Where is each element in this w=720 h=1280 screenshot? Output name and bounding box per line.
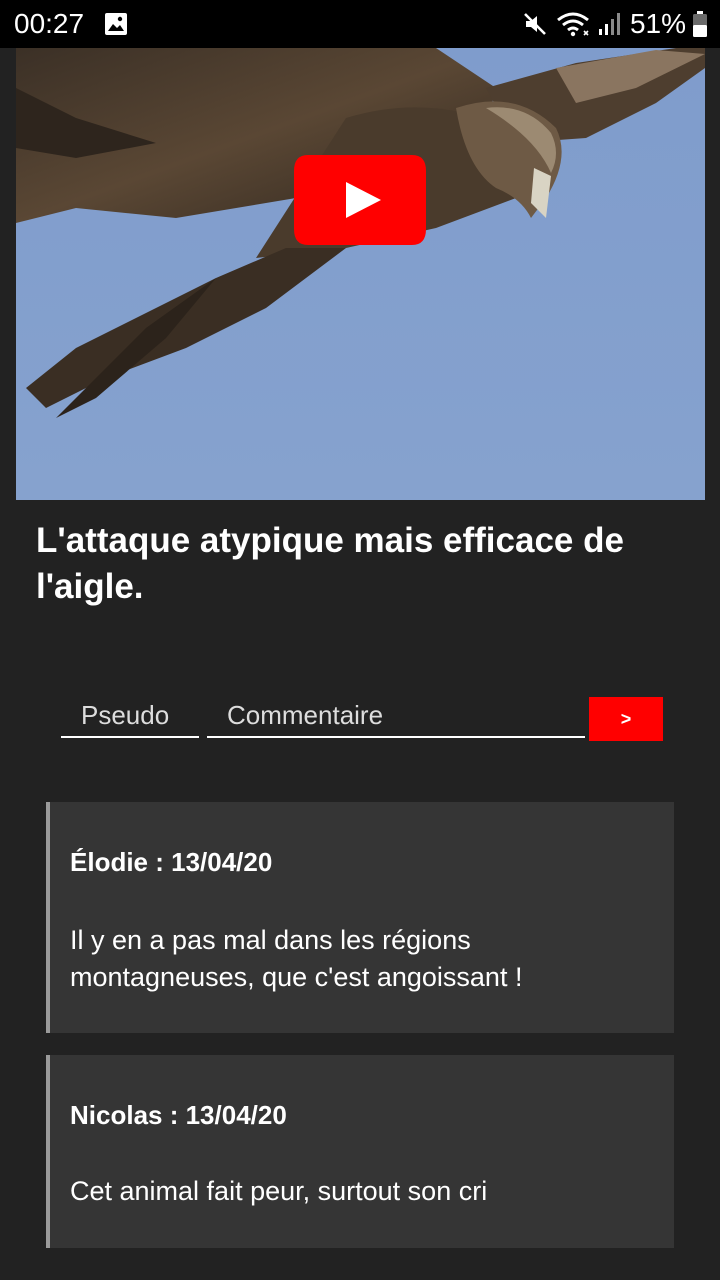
gallery-icon [104,12,128,36]
submit-comment-button[interactable]: > [589,697,663,741]
status-bar: 00:27 51% [0,0,720,48]
comment-input[interactable] [207,694,585,738]
battery-percentage: 51% [629,8,686,39]
comment-author: Élodie : 13/04/20 [70,847,273,877]
comment-text: Il y en a pas mal dans les régions monta… [70,925,523,992]
mute-icon [522,11,548,37]
eagle-thumbnail [16,48,705,500]
pseudo-input[interactable] [61,694,199,738]
comment-card: Élodie : 13/04/20 Il y en a pas mal dans… [46,802,674,1033]
article-title: L'attaque atypique mais efficace de l'ai… [36,521,624,606]
battery-icon [692,10,708,38]
youtube-play-icon [294,155,426,245]
status-time: 00:27 [14,8,85,39]
comment-card: Nicolas : 13/04/20 Cet animal fait peur,… [46,1055,674,1248]
comment-form: > [0,690,720,750]
video-player[interactable] [16,48,705,500]
play-button[interactable] [292,153,428,247]
signal-icon [598,11,622,37]
comment-author: Nicolas : 13/04/20 [70,1100,287,1130]
status-icons: 51% [522,8,708,40]
comment-text: Cet animal fait peur, surtout son cri [70,1176,488,1206]
wifi-icon [556,11,590,37]
